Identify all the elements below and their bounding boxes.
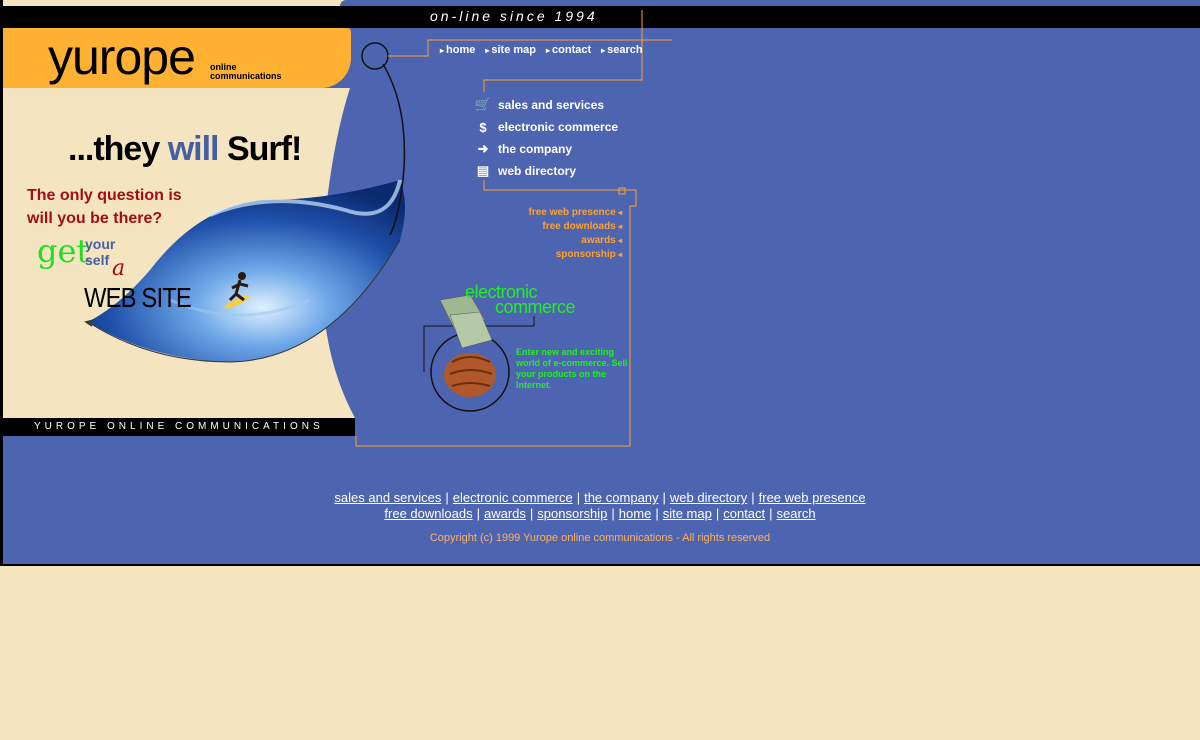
footer-link-free-web-presence[interactable]: free web presence xyxy=(759,490,866,505)
website-text: WEB SITE xyxy=(84,282,192,313)
headline-pre: ...they xyxy=(68,130,168,168)
ecommerce-description: Enter new and exciting world of e-commer… xyxy=(516,347,628,390)
ecommerce-title-line2: commerce xyxy=(495,297,576,317)
footer-separator: | xyxy=(611,506,615,521)
menu-item-free-web-presence[interactable]: free web presence xyxy=(480,207,622,221)
menu-item-label: web directory xyxy=(498,164,577,178)
logo[interactable]: yurope xyxy=(48,28,196,86)
footer-link-sponsorship[interactable]: sponsorship xyxy=(537,506,607,521)
question-text: The only question is will you be there? xyxy=(27,184,182,230)
footer-link-electronic-commerce[interactable]: electronic commerce xyxy=(453,490,573,505)
ecommerce-title[interactable]: electronic commerce xyxy=(465,283,576,317)
menu-item-label: the company xyxy=(498,142,573,156)
footer-links-row2: free downloads | awards | sponsorship | home | s… xyxy=(0,506,1200,522)
question-line1: The only question is xyxy=(27,187,182,204)
footer-separator: | xyxy=(655,506,659,521)
footer-link-search[interactable]: search xyxy=(777,506,816,521)
page-stage: on-line since 1994 yurope online communi… xyxy=(0,0,1200,566)
top-nav-home[interactable]: home xyxy=(440,44,475,56)
menu-item-free-downloads[interactable]: free downloads xyxy=(480,221,622,235)
footer-link-contact[interactable]: contact xyxy=(723,506,765,521)
footer-separator: | xyxy=(576,490,581,505)
footer-link-sales-and-services[interactable]: sales and services xyxy=(334,490,441,505)
menu-item-label: electronic commerce xyxy=(498,120,619,134)
self-text: self xyxy=(85,252,110,268)
secondary-menu: free web presence free downloads awards … xyxy=(480,207,622,263)
headline: ...they will Surf! xyxy=(68,130,302,169)
question-line2: will you be there? xyxy=(27,210,163,227)
dollar-icon: $ xyxy=(479,119,487,135)
footer-separator: | xyxy=(769,506,773,521)
footer-separator: | xyxy=(476,506,480,521)
menu-item-awards[interactable]: awards xyxy=(480,235,622,249)
your-text: your xyxy=(85,236,116,252)
footer-link-web-directory[interactable]: web directory xyxy=(670,490,747,505)
directory-icon: ▤ xyxy=(476,163,490,178)
cart-icon: 🛒 xyxy=(474,97,492,112)
top-nav-search[interactable]: search xyxy=(601,44,642,56)
menu-item-the-company[interactable]: ➜ the company xyxy=(472,138,618,160)
bottom-border xyxy=(0,564,1200,566)
footer-separator: | xyxy=(715,506,720,521)
get-text: get xyxy=(37,232,90,270)
main-menu: 🛒 sales and services $ electronic commer… xyxy=(472,94,618,182)
menu-item-sponsorship[interactable]: sponsorship xyxy=(480,249,622,263)
top-nav-contact[interactable]: contact xyxy=(546,44,591,56)
headline-will: will xyxy=(167,130,220,168)
footer-link-the-company[interactable]: the company xyxy=(584,490,658,505)
a-text: a xyxy=(112,256,126,281)
footer-separator: | xyxy=(445,490,449,505)
headline-post: Surf! xyxy=(218,130,302,168)
menu-item-sales-and-services[interactable]: 🛒 sales and services xyxy=(472,94,618,116)
footer-link-free-downloads[interactable]: free downloads xyxy=(384,506,472,521)
footer-links: sales and services | electronic commerce | t… xyxy=(0,490,1200,522)
footer-separator: | xyxy=(662,490,666,505)
menu-item-web-directory[interactable]: ▤ web directory xyxy=(472,160,618,182)
menu-item-label: sales and services xyxy=(498,98,605,112)
footer-link-home[interactable]: home xyxy=(619,506,652,521)
yourself-text: your self xyxy=(85,236,115,268)
top-nav-site-map[interactable]: site map xyxy=(485,44,536,56)
footer-separator: | xyxy=(751,490,755,505)
copyright: Copyright (c) 1999 Yurope online communi… xyxy=(429,532,771,544)
footer-link-awards[interactable]: awards xyxy=(484,506,526,521)
footer-separator: | xyxy=(529,506,534,521)
logo-sub-line2: communications xyxy=(210,71,282,81)
logo-subtitle: online communications xyxy=(210,63,282,81)
arrow-right-icon: ➜ xyxy=(477,141,489,156)
menu-item-electronic-commerce[interactable]: $ electronic commerce xyxy=(472,116,618,138)
footer-links-row1: sales and services | electronic commerce | t… xyxy=(0,490,1200,506)
top-nav: home site map contact search xyxy=(440,44,643,56)
company-name-bar-text: YUROPE ONLINE COMMUNICATIONS xyxy=(34,421,324,432)
footer-link-site-map[interactable]: site map xyxy=(663,506,712,521)
